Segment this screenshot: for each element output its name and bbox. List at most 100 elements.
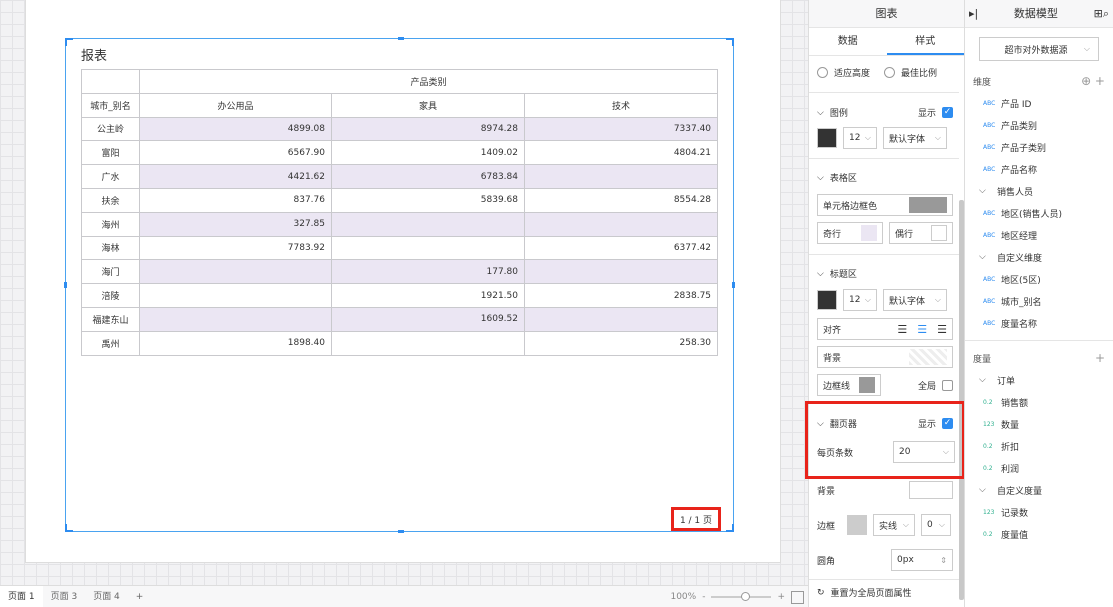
pager-indicator[interactable]: 1 / 1 页: [671, 507, 721, 531]
align-left-icon[interactable]: ☰: [897, 323, 907, 336]
city-cell: 禹州: [81, 330, 140, 356]
column-header: 技术: [523, 92, 719, 118]
field-item[interactable]: 0.2 度量值: [965, 523, 1113, 545]
radius-input[interactable]: 0px ⇕: [891, 549, 953, 571]
pager-highlight-box: [805, 401, 965, 479]
add-page-button[interactable]: +: [128, 586, 152, 607]
search-icon[interactable]: ⌕: [1103, 0, 1109, 28]
title-color-swatch[interactable]: [817, 290, 837, 310]
resize-handle-left[interactable]: [64, 282, 67, 288]
resize-handle-top[interactable]: [398, 37, 404, 40]
radio-best-ratio[interactable]: [884, 67, 896, 78]
fit-screen-icon[interactable]: [791, 590, 804, 604]
field-name: 地区(销售人员): [1001, 209, 1063, 220]
field-folder[interactable]: ⌵ 自定义维度: [965, 246, 1113, 268]
field-item[interactable]: ABC 产品子类别: [965, 136, 1113, 158]
field-type-icon: 123: [983, 420, 995, 428]
field-type-icon: 0.2: [983, 530, 993, 538]
table-section-label: 表格区: [829, 174, 857, 184]
title-section-label: 标题区: [829, 270, 857, 280]
border-style-select[interactable]: 实线 ⌵: [873, 514, 915, 536]
table-icon[interactable]: ⊞: [1094, 0, 1103, 28]
title-section-header[interactable]: ⌵ 标题区: [817, 267, 857, 281]
zoom-slider-knob[interactable]: [741, 592, 751, 601]
zoom-in-button[interactable]: +: [777, 592, 785, 602]
field-item[interactable]: ABC 城市_别名: [965, 290, 1113, 312]
table-section-header[interactable]: ⌵ 表格区: [817, 171, 857, 185]
value-cell: 2838.75: [523, 283, 719, 308]
legend-color-swatch[interactable]: [817, 128, 837, 148]
field-item[interactable]: ABC 度量名称: [965, 312, 1113, 334]
align-right-icon[interactable]: ☰: [937, 323, 947, 336]
datasource-select[interactable]: 超市对外数据源 ⌵: [979, 37, 1099, 61]
align-center-icon[interactable]: ☰: [917, 323, 927, 336]
table-row: 海门 177.80: [81, 259, 719, 285]
reset-global-button[interactable]: ↻ 重置为全局页面属性: [817, 586, 912, 600]
value-cell: 327.85: [139, 211, 332, 237]
title-border-picker[interactable]: 边框线: [817, 374, 881, 396]
background-color-picker[interactable]: [909, 481, 953, 499]
data-model-title: 数据模型: [1013, 6, 1058, 20]
page-tab-1[interactable]: 页面 1: [0, 585, 43, 607]
field-item[interactable]: ABC 产品 ID: [965, 92, 1113, 114]
add-measure-icon[interactable]: +: [1095, 351, 1105, 365]
border-width-select[interactable]: 0 ⌵: [921, 514, 951, 536]
title-font-select[interactable]: 默认字体 ⌵: [883, 289, 947, 311]
page-tab-3[interactable]: 页面 3: [43, 586, 86, 607]
resize-handle-bottom[interactable]: [398, 530, 404, 533]
field-item[interactable]: 0.2 折扣: [965, 435, 1113, 457]
table-row: 扶余 837.76 5839.68 8554.28: [81, 187, 719, 213]
add-dimension-icon[interactable]: ⊕ +: [1081, 74, 1105, 88]
zoom-out-button[interactable]: -: [702, 592, 705, 602]
global-checkbox[interactable]: [942, 379, 953, 391]
legend-section-header[interactable]: ⌵ 图例 显示 ✓: [817, 106, 953, 119]
value-cell: 837.76: [139, 187, 332, 213]
field-item[interactable]: ABC 地区(销售人员): [965, 202, 1113, 224]
legend-show-label: 显示: [917, 109, 936, 119]
field-item[interactable]: ABC 地区(5区): [965, 268, 1113, 290]
field-item[interactable]: ABC 产品类别: [965, 114, 1113, 136]
field-name: 自定义度量: [997, 486, 1043, 497]
border-color-swatch[interactable]: [847, 515, 867, 535]
legend-show-checkbox[interactable]: ✓: [942, 107, 953, 118]
table-row: 海州 327.85: [81, 211, 719, 237]
field-item[interactable]: 123 记录数: [965, 501, 1113, 523]
title-font-size-select[interactable]: 12 ⌵: [843, 289, 877, 311]
divider: [809, 254, 959, 255]
value-cell: [523, 259, 719, 285]
field-name: 利润: [1001, 464, 1020, 475]
collapse-panel-icon[interactable]: ▸|: [969, 0, 978, 28]
field-name: 产品子类别: [1001, 143, 1047, 154]
page-tab-4[interactable]: 页面 4: [85, 586, 128, 607]
report-widget[interactable]: 报表 产品类别 城市_别名 办公用品 家具 技术 公主岭 4899.08 8974.28 733…: [64, 37, 735, 533]
tab-style[interactable]: 样式: [886, 28, 964, 55]
title-bg-picker[interactable]: 背景: [817, 346, 953, 368]
resize-corner-br[interactable]: [726, 524, 734, 532]
even-row-color-picker[interactable]: 偶行: [889, 222, 953, 244]
resize-corner-bl[interactable]: [65, 524, 73, 532]
city-cell: 富阳: [81, 140, 140, 166]
zoom-control: 100% - +: [670, 586, 808, 607]
tab-data[interactable]: 数据: [809, 28, 887, 55]
resize-corner-tr[interactable]: [726, 38, 734, 46]
field-folder[interactable]: ⌵ 销售人员: [965, 180, 1113, 202]
resize-corner-tl[interactable]: [65, 38, 73, 46]
legend-font-size-select[interactable]: 12 ⌵: [843, 127, 877, 149]
field-name: 地区(5区): [1001, 275, 1041, 286]
legend-font-select[interactable]: 默认字体 ⌵: [883, 127, 947, 149]
field-folder[interactable]: ⌵ 订单: [965, 369, 1113, 391]
cell-border-color-picker[interactable]: 单元格边框色: [817, 194, 953, 216]
field-item[interactable]: ABC 地区经理: [965, 224, 1113, 246]
value-cell: 4899.08: [139, 116, 332, 142]
field-item[interactable]: 123 数量: [965, 413, 1113, 435]
field-item[interactable]: 0.2 利润: [965, 457, 1113, 479]
title-bg-row: 背景: [817, 346, 953, 368]
field-item[interactable]: ABC 产品名称: [965, 158, 1113, 180]
radio-fit-height[interactable]: [817, 67, 828, 78]
zoom-slider[interactable]: [711, 592, 772, 601]
field-item[interactable]: 0.2 销售额: [965, 391, 1113, 413]
resize-handle-right[interactable]: [732, 282, 735, 288]
field-type-icon: ABC: [983, 231, 996, 239]
field-folder[interactable]: ⌵ 自定义度量: [965, 479, 1113, 501]
odd-row-color-picker[interactable]: 奇行: [817, 222, 883, 244]
